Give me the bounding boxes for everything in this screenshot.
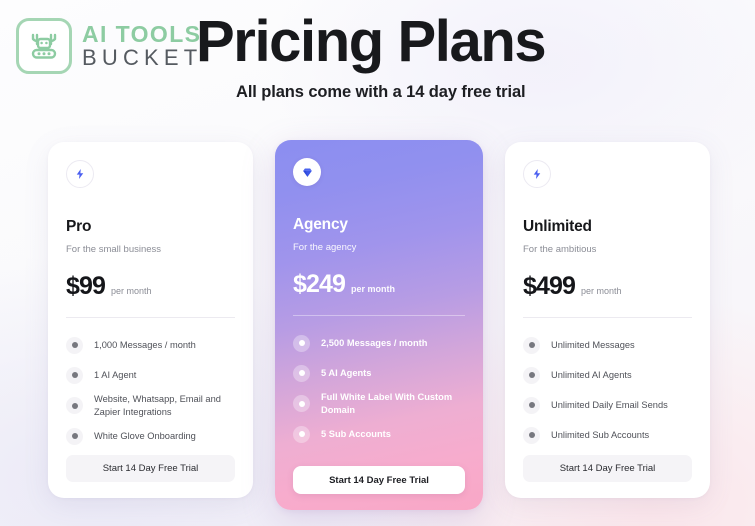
bullet-icon <box>293 395 310 413</box>
plan-price-period: per month <box>581 286 622 296</box>
start-free-trial-button[interactable]: Start 14 Day Free Trial <box>293 466 465 494</box>
plan-price-period: per month <box>351 284 396 294</box>
plan-price-row: $99 per month <box>66 272 235 301</box>
bullet-icon <box>66 427 83 445</box>
list-item: 5 AI Agents <box>293 358 465 388</box>
bullet-icon <box>523 336 540 354</box>
bullet-icon <box>66 336 83 354</box>
start-free-trial-button[interactable]: Start 14 Day Free Trial <box>523 455 692 482</box>
feature-text: 1,000 Messages / month <box>94 339 196 350</box>
plan-price-row: $249 per month <box>293 270 465 299</box>
plan-price: $249 <box>293 270 346 298</box>
brand-wordmark: AI TOOLS BUCKET <box>82 21 203 70</box>
plan-name: Pro <box>66 218 92 235</box>
list-item: 1 AI Agent <box>66 360 235 390</box>
pricing-cards-container: Pro For the small business $99 per month… <box>0 140 755 526</box>
pricing-card-agency[interactable]: Agency For the agency $249 per month 2,5… <box>275 140 483 510</box>
feature-text: 5 AI Agents <box>321 367 372 378</box>
feature-list: Unlimited Messages Unlimited AI Agents U… <box>523 330 692 450</box>
plan-price-period: per month <box>111 286 152 296</box>
page-subtitle: All plans come with a 14 day free trial <box>236 83 526 101</box>
feature-list: 1,000 Messages / month 1 AI Agent Websit… <box>66 330 235 451</box>
list-item: Full White Label With Custom Domain <box>293 388 465 419</box>
page-header: AI TOOLS BUCKET Pricing Plans All plans … <box>0 0 755 140</box>
list-item: 1,000 Messages / month <box>66 330 235 360</box>
plan-name: Unlimited <box>523 218 592 235</box>
feature-text: Unlimited Messages <box>551 339 635 350</box>
list-item: White Glove Onboarding <box>66 421 235 451</box>
bullet-icon <box>66 397 83 415</box>
bullet-icon <box>523 396 540 414</box>
feature-text: 5 Sub Accounts <box>321 428 391 439</box>
list-item: Unlimited AI Agents <box>523 360 692 390</box>
feature-text: White Glove Onboarding <box>94 430 196 441</box>
bullet-icon <box>293 425 310 443</box>
bullet-icon <box>66 366 83 384</box>
brand-line-2: BUCKET <box>82 44 203 70</box>
feature-text: Full White Label With Custom Domain <box>321 392 453 415</box>
feature-list: 2,500 Messages / month 5 AI Agents Full … <box>293 328 465 449</box>
feature-text: Website, Whatsapp, Email and Zapier Inte… <box>94 394 221 417</box>
bullet-icon <box>523 426 540 444</box>
card-divider <box>66 317 235 318</box>
start-free-trial-button[interactable]: Start 14 Day Free Trial <box>66 455 235 482</box>
list-item: Unlimited Sub Accounts <box>523 420 692 450</box>
feature-text: Unlimited Daily Email Sends <box>551 399 668 410</box>
plan-price-row: $499 per month <box>523 272 692 301</box>
bullet-icon <box>293 364 310 382</box>
plan-tagline: For the ambitious <box>523 244 597 255</box>
brand-logo[interactable]: AI TOOLS BUCKET <box>16 18 202 74</box>
bullet-icon <box>523 366 540 384</box>
feature-text: Unlimited AI Agents <box>551 369 632 380</box>
pricing-card-unlimited[interactable]: Unlimited For the ambitious $499 per mon… <box>505 142 710 498</box>
bullet-icon <box>293 334 310 352</box>
plan-tagline: For the agency <box>293 242 357 253</box>
page-title: Pricing Plans <box>196 9 547 74</box>
plan-name: Agency <box>293 216 348 233</box>
feature-text: 1 AI Agent <box>94 369 137 380</box>
feature-text: 2,500 Messages / month <box>321 337 428 348</box>
list-item: 2,500 Messages / month <box>293 328 465 358</box>
list-item: Website, Whatsapp, Email and Zapier Inte… <box>66 390 235 421</box>
diamond-icon <box>293 158 321 186</box>
robot-icon <box>16 18 72 74</box>
list-item: Unlimited Messages <box>523 330 692 360</box>
brand-line-1: AI TOOLS <box>82 21 202 48</box>
plan-price: $499 <box>523 272 576 300</box>
pricing-card-pro[interactable]: Pro For the small business $99 per month… <box>48 142 253 498</box>
card-divider <box>293 315 465 316</box>
lightning-bolt-icon <box>66 160 94 188</box>
list-item: Unlimited Daily Email Sends <box>523 390 692 420</box>
card-divider <box>523 317 692 318</box>
lightning-bolt-icon <box>523 160 551 188</box>
feature-text: Unlimited Sub Accounts <box>551 429 650 440</box>
plan-price: $99 <box>66 272 106 300</box>
list-item: 5 Sub Accounts <box>293 419 465 449</box>
plan-tagline: For the small business <box>66 244 162 255</box>
